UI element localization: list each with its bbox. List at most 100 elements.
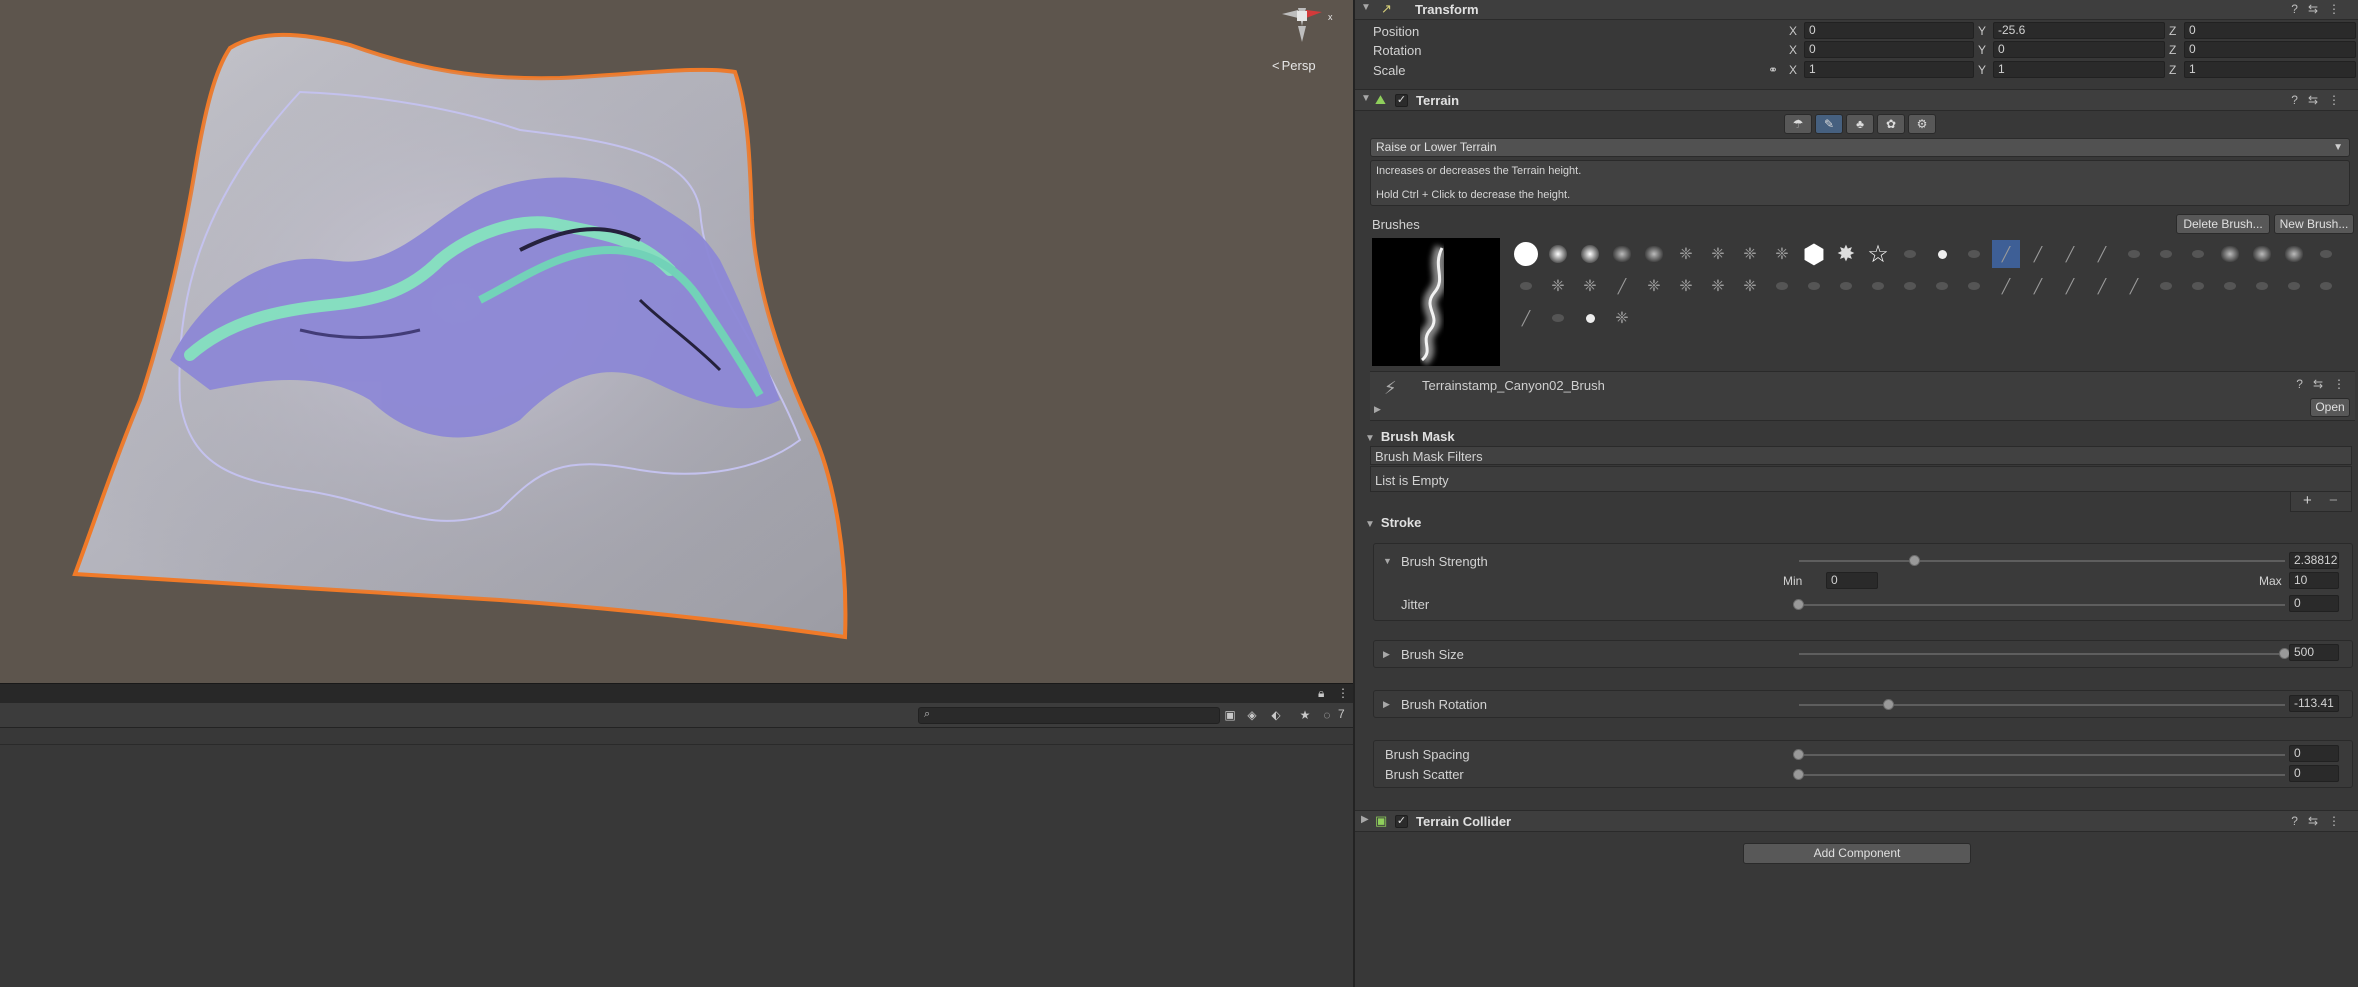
raise-terrain-tool-button[interactable]: ☂ — [1784, 114, 1812, 134]
brush-rotation-field[interactable]: -113.41 — [2289, 695, 2339, 712]
favorites-star-icon[interactable]: ★ — [1296, 707, 1314, 724]
terrain-enabled-checkbox[interactable]: ✓ — [1395, 94, 1408, 107]
brush-thumbnail[interactable]: ╱ — [1992, 272, 2020, 300]
position-z-label[interactable]: Z — [2169, 24, 2176, 38]
brush-thumbnail[interactable] — [1896, 272, 1924, 300]
brush-thumbnail[interactable]: ╱ — [2056, 272, 2084, 300]
brush-thumbnail[interactable] — [2280, 240, 2308, 268]
brush-thumbnail[interactable]: ❈ — [1736, 272, 1764, 300]
jitter-field[interactable]: 0 — [2289, 595, 2339, 612]
brush-thumbnail[interactable]: ❈ — [1704, 272, 1732, 300]
brush-spacing-field[interactable]: 0 — [2289, 745, 2339, 762]
foldout-arrow-icon[interactable]: ▶ — [1383, 699, 1390, 710]
terrain-settings-tool-button[interactable]: ⚙ — [1908, 114, 1936, 134]
brush-thumbnail[interactable] — [2216, 240, 2244, 268]
brush-thumbnail[interactable]: ❈ — [1608, 304, 1636, 332]
brush-strength-min-field[interactable]: 0 — [1826, 572, 1878, 589]
brush-strength-field[interactable]: 2.38812 — [2289, 552, 2339, 569]
brush-thumbnail[interactable] — [2120, 240, 2148, 268]
brush-thumbnail[interactable]: ❈ — [1736, 240, 1764, 268]
brush-spacing-slider[interactable] — [1799, 754, 2285, 756]
search-by-type-icon[interactable]: ▣ — [1221, 707, 1239, 724]
position-x-label[interactable]: X — [1789, 24, 1797, 38]
brush-thumbnail[interactable] — [1960, 272, 1988, 300]
position-y-field[interactable]: -25.6 — [1993, 22, 2165, 39]
scale-y-field[interactable]: 1 — [1993, 61, 2165, 78]
brush-thumbnail[interactable] — [2152, 240, 2180, 268]
brush-thumbnail[interactable] — [1576, 240, 1604, 268]
brush-thumbnail[interactable] — [1960, 240, 1988, 268]
open-brush-button[interactable]: Open — [2310, 398, 2350, 417]
search-by-label-icon[interactable]: ◈ — [1243, 707, 1261, 724]
hidden-packages-icon[interactable]: ◌ — [1318, 707, 1336, 724]
brush-thumbnail[interactable]: ╱ — [2120, 272, 2148, 300]
brush-thumbnail[interactable] — [1544, 304, 1572, 332]
jitter-slider-knob[interactable] — [1793, 599, 1804, 610]
brush-thumbnail[interactable] — [1864, 272, 1892, 300]
brush-thumbnail[interactable] — [1576, 304, 1604, 332]
terrain-collider-enabled-checkbox[interactable]: ✓ — [1395, 815, 1408, 828]
brush-thumbnail[interactable] — [2184, 240, 2212, 268]
add-component-button[interactable]: Add Component — [1743, 843, 1971, 864]
brush-strength-slider-knob[interactable] — [1909, 555, 1921, 566]
brush-scatter-slider[interactable] — [1799, 774, 2285, 776]
jitter-slider[interactable] — [1799, 604, 2285, 606]
brush-thumbnail[interactable]: ❈ — [1672, 240, 1700, 268]
brush-thumbnail[interactable] — [1512, 272, 1540, 300]
position-y-label[interactable]: Y — [1978, 24, 1986, 38]
position-z-field[interactable]: 0 — [2184, 22, 2356, 39]
brush-size-slider[interactable] — [1799, 653, 2285, 655]
paint-trees-tool-button[interactable]: ♣ — [1846, 114, 1874, 134]
brush-thumbnail[interactable] — [1928, 272, 1956, 300]
brush-thumbnail[interactable] — [1608, 240, 1636, 268]
brush-thumbnail[interactable]: ╱ — [2024, 272, 2052, 300]
brush-thumbnail[interactable] — [2216, 272, 2244, 300]
brush-thumbnail[interactable] — [2152, 272, 2180, 300]
brush-thumbnail[interactable] — [1896, 240, 1924, 268]
brush-thumbnail[interactable] — [1800, 272, 1828, 300]
brush-thumbnail[interactable]: ❈ — [1576, 272, 1604, 300]
foldout-arrow-icon[interactable]: ▼ — [1361, 93, 1371, 104]
scale-z-field[interactable]: 1 — [2184, 61, 2356, 78]
add-filter-button[interactable]: + — [2303, 492, 2312, 509]
tag-icon[interactable]: ⬖ — [1267, 707, 1285, 724]
brush-palette[interactable]: ❈ ❈ ❈ ❈ ⬢ ✸ ☆ ╱ ╱ ╱ ╱ ❈ ❈ ╱ ❈ ❈ ❈ ❈ ╱ ╱ ╱ ╱ ╱ ╱ ❈ — [1512, 240, 2350, 336]
brush-thumbnail[interactable] — [2248, 240, 2276, 268]
brush-thumbnail[interactable]: ╱ — [2024, 240, 2052, 268]
brush-thumbnail[interactable]: ╱ — [2056, 240, 2084, 268]
terrain-collider-header[interactable]: ▶ ▣ ✓ Terrain Collider ?⇆⋮ — [1355, 810, 2358, 832]
brush-thumbnail[interactable] — [2312, 240, 2340, 268]
vertical-dots-icon[interactable]: ⋮ — [1337, 686, 1349, 700]
brush-thumbnail[interactable] — [2184, 272, 2212, 300]
brush-mask-section-header[interactable]: ▼ Brush Mask — [1365, 429, 1455, 444]
project-content-area[interactable] — [0, 744, 1353, 987]
rotation-z-field[interactable]: 0 — [2184, 41, 2356, 58]
brush-rotation-slider-knob[interactable] — [1882, 699, 1894, 710]
brush-thumbnail[interactable]: ❈ — [1704, 240, 1732, 268]
rotation-z-label[interactable]: Z — [2169, 43, 2176, 57]
paint-details-tool-button[interactable]: ✿ — [1877, 114, 1905, 134]
scale-y-label[interactable]: Y — [1978, 63, 1986, 77]
brush-strength-slider[interactable] — [1799, 560, 2285, 562]
delete-brush-button[interactable]: Delete Brush... — [2176, 214, 2270, 234]
terrain-tool-mode-dropdown[interactable]: Raise or Lower Terrain ▼ — [1370, 138, 2350, 157]
foldout-arrow-icon[interactable]: ▼ — [1361, 2, 1371, 13]
scale-x-field[interactable]: 1 — [1804, 61, 1974, 78]
brush-thumbnail[interactable]: ╱ — [1512, 304, 1540, 332]
rotation-x-label[interactable]: X — [1789, 43, 1797, 57]
rotation-y-label[interactable]: Y — [1978, 43, 1986, 57]
brush-thumbnail[interactable]: ╱ — [1608, 272, 1636, 300]
constrain-proportions-icon[interactable]: ⚭ — [1768, 63, 1778, 77]
brush-size-field[interactable]: 500 — [2289, 644, 2339, 661]
brush-thumbnail[interactable] — [2312, 272, 2340, 300]
terrain-mesh[interactable] — [0, 0, 1353, 683]
foldout-arrow-icon[interactable]: ▶ — [1383, 649, 1390, 660]
brush-thumbnail[interactable]: ❈ — [1544, 272, 1572, 300]
search-input[interactable]: ⌕ — [918, 707, 1220, 724]
component-header-buttons[interactable]: ?⇆⋮ — [2291, 2, 2350, 16]
brush-thumbnail[interactable] — [2248, 272, 2276, 300]
foldout-arrow-icon[interactable]: ▶ — [1361, 814, 1369, 825]
brush-thumbnail[interactable]: ⬢ — [1800, 240, 1828, 268]
scale-x-label[interactable]: X — [1789, 63, 1797, 77]
foldout-arrow-icon[interactable]: ▶ — [1374, 404, 1381, 415]
